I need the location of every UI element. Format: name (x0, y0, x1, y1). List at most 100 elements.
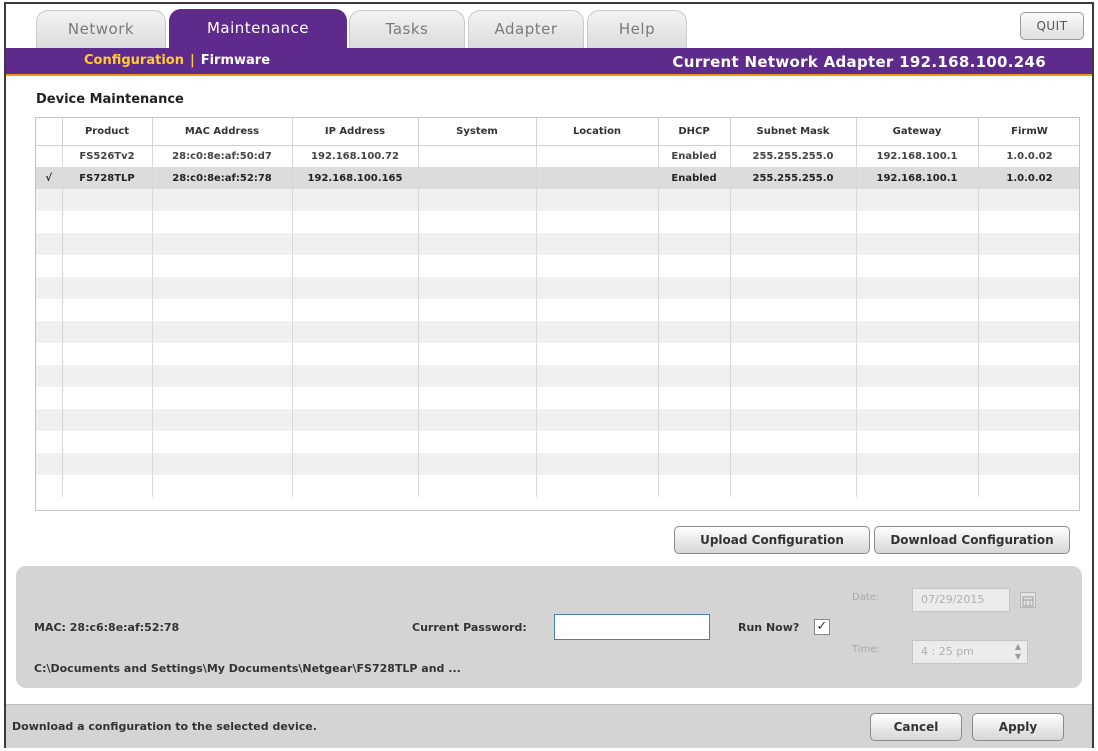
subnav-configuration-link[interactable]: Configuration (84, 53, 184, 68)
empty-cell (62, 189, 153, 211)
empty-cell (536, 233, 659, 255)
empty-cell (152, 233, 293, 255)
mac-label: MAC: 28:c6:8e:af:52:78 (34, 621, 180, 634)
cell-dhcp: Enabled (658, 167, 731, 189)
config-file-path: C:\Documents and Settings\My Documents\N… (34, 662, 461, 675)
options-panel: MAC: 28:c6:8e:af:52:78 Current Password:… (16, 566, 1082, 688)
column-header-subnet[interactable]: Subnet Mask (730, 118, 857, 146)
cell-gateway: 192.168.100.1 (856, 145, 979, 167)
empty-cell (536, 475, 659, 497)
empty-cell (36, 365, 63, 387)
empty-cell (292, 343, 419, 365)
empty-cell (536, 277, 659, 299)
empty-cell (856, 211, 979, 233)
run-now-checkbox[interactable]: ✓ (814, 619, 830, 635)
empty-cell (730, 189, 857, 211)
empty-cell (856, 277, 979, 299)
empty-cell (978, 189, 1079, 211)
row-check[interactable]: √ (36, 167, 63, 189)
empty-cell (152, 475, 293, 497)
empty-cell (978, 321, 1079, 343)
column-header-select[interactable] (36, 118, 63, 146)
accent-divider (6, 74, 1092, 76)
cancel-button[interactable]: Cancel (870, 713, 962, 741)
empty-cell (978, 453, 1079, 475)
column-header-gateway[interactable]: Gateway (856, 118, 979, 146)
calendar-icon[interactable] (1020, 592, 1036, 608)
sub-navigation-bar: Configuration | Firmware Current Network A… (6, 48, 1092, 76)
tab-adapter[interactable]: Adapter (468, 10, 584, 48)
empty-cell (292, 299, 419, 321)
status-message: Download a configuration to the selected… (12, 720, 317, 733)
column-header-location[interactable]: Location (536, 118, 659, 146)
empty-cell (152, 211, 293, 233)
empty-cell (152, 321, 293, 343)
column-header-product[interactable]: Product (62, 118, 153, 146)
empty-cell (856, 431, 979, 453)
empty-cell (36, 211, 63, 233)
empty-cell (292, 277, 419, 299)
empty-cell (730, 409, 857, 431)
empty-cell (292, 321, 419, 343)
column-header-dhcp[interactable]: DHCP (658, 118, 731, 146)
upload-configuration-button[interactable]: Upload Configuration (674, 526, 870, 554)
empty-cell (536, 453, 659, 475)
current-password-label: Current Password: (412, 621, 527, 634)
empty-table-row (36, 321, 1079, 343)
empty-cell (658, 409, 731, 431)
subnav-firmware-link[interactable]: Firmware (201, 53, 270, 68)
empty-table-row (36, 365, 1079, 387)
empty-table-row (36, 475, 1079, 497)
empty-cell (856, 409, 979, 431)
empty-cell (658, 475, 731, 497)
empty-cell (152, 365, 293, 387)
column-header-firmware[interactable]: FirmW (978, 118, 1079, 146)
table-row[interactable]: FS526Tv2 28:c0:8e:af:50:d7 192.168.100.7… (36, 145, 1079, 167)
current-password-input[interactable] (554, 614, 710, 640)
empty-cell (36, 343, 63, 365)
empty-cell (62, 299, 153, 321)
cell-firmware: 1.0.0.02 (978, 167, 1079, 189)
column-header-system[interactable]: System (418, 118, 537, 146)
empty-cell (418, 321, 537, 343)
cell-gateway: 192.168.100.1 (856, 167, 979, 189)
row-check[interactable] (36, 145, 63, 167)
empty-cell (536, 343, 659, 365)
empty-cell (658, 343, 731, 365)
device-table: Product MAC Address IP Address System Lo… (35, 117, 1080, 511)
date-field[interactable]: 07/29/2015 (912, 588, 1010, 612)
tab-maintenance[interactable]: Maintenance (169, 9, 347, 50)
empty-cell (292, 189, 419, 211)
empty-cell (292, 211, 419, 233)
empty-cell (36, 277, 63, 299)
download-configuration-button[interactable]: Download Configuration (874, 526, 1070, 554)
empty-cell (658, 299, 731, 321)
empty-cell (292, 255, 419, 277)
sub-links: Configuration | Firmware (84, 53, 270, 68)
empty-cell (978, 255, 1079, 277)
empty-cell (292, 387, 419, 409)
table-row-selected[interactable]: √ FS728TLP 28:c0:8e:af:52:78 192.168.100… (36, 167, 1079, 189)
tab-network[interactable]: Network (36, 10, 166, 48)
empty-table-row (36, 233, 1079, 255)
time-spinner-icon[interactable]: ▲ ▼ (1012, 642, 1024, 662)
time-field[interactable]: 4 : 25 pm (912, 640, 1028, 664)
empty-table-row (36, 431, 1079, 453)
tab-tasks[interactable]: Tasks (349, 10, 465, 48)
page-title: Device Maintenance (36, 92, 184, 107)
empty-cell (730, 475, 857, 497)
tab-help[interactable]: Help (587, 10, 687, 48)
empty-cell (536, 299, 659, 321)
quit-button[interactable]: QUIT (1020, 12, 1084, 40)
empty-table-row (36, 343, 1079, 365)
apply-button[interactable]: Apply (972, 713, 1064, 741)
run-now-label: Run Now? (738, 621, 800, 634)
empty-cell (658, 321, 731, 343)
column-header-ip[interactable]: IP Address (292, 118, 419, 146)
empty-cell (978, 409, 1079, 431)
empty-cell (978, 343, 1079, 365)
empty-cell (856, 189, 979, 211)
column-header-mac[interactable]: MAC Address (152, 118, 293, 146)
empty-cell (36, 255, 63, 277)
empty-cell (856, 343, 979, 365)
